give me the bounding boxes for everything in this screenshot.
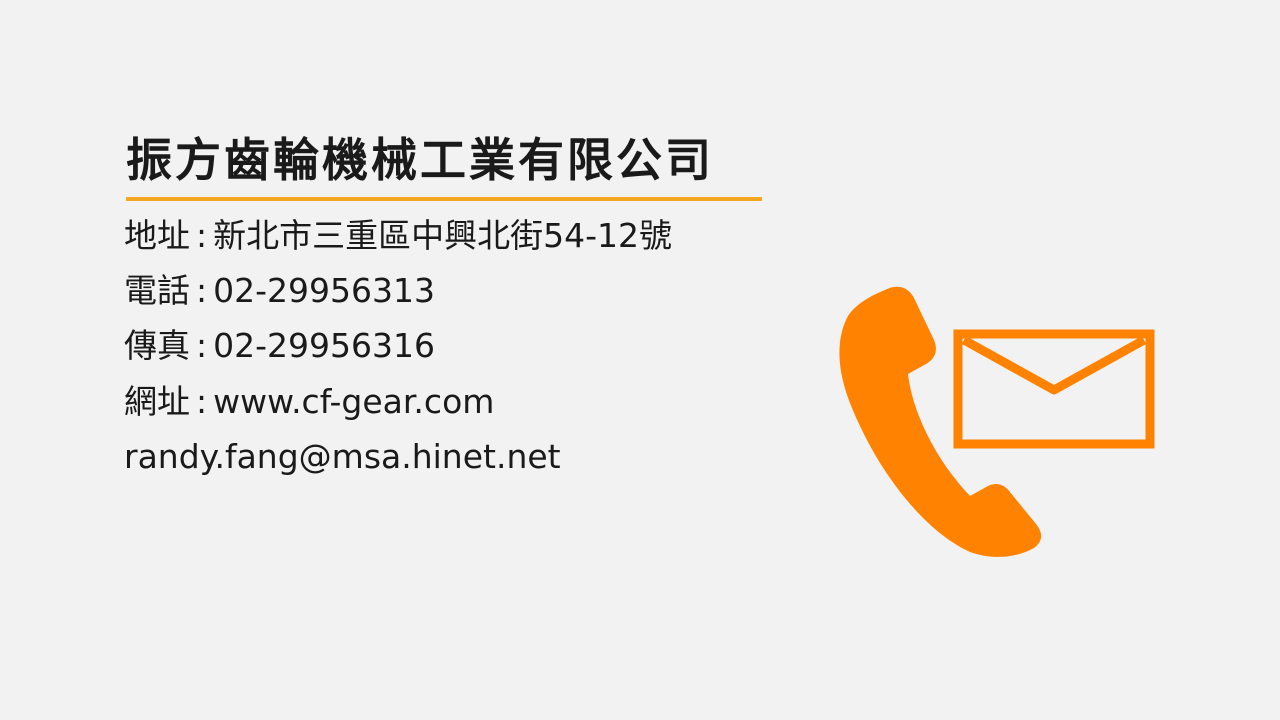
envelope-icon xyxy=(953,329,1155,449)
company-name: 振方齒輪機械工業有限公司 xyxy=(126,133,714,187)
phone-separator: : xyxy=(196,271,208,310)
website-value[interactable]: www.cf-gear.com xyxy=(213,382,494,421)
phone-handset-icon xyxy=(839,286,1042,557)
phone-label: 電話 xyxy=(124,271,190,310)
envelope-flap xyxy=(961,336,1147,395)
address-value: 新北市三重區中興北街54-12號 xyxy=(213,216,673,255)
phone-value: 02-29956313 xyxy=(213,271,435,310)
email-value[interactable]: randy.fang@msa.hinet.net xyxy=(124,437,561,476)
website-separator: : xyxy=(196,382,208,421)
fax-separator: : xyxy=(196,326,208,365)
address-label: 地址 xyxy=(124,216,190,255)
address-line: 地址: 新北市三重區中興北街54-12號 xyxy=(124,214,672,258)
website-line: 網址: www.cf-gear.com xyxy=(124,380,494,424)
contact-icons xyxy=(830,280,1170,570)
email-line: randy.fang@msa.hinet.net xyxy=(124,435,561,479)
phone-line: 電話:02-29956313 xyxy=(124,269,435,313)
contact-icons-svg xyxy=(839,286,1155,557)
address-separator: : xyxy=(196,216,208,255)
website-label: 網址 xyxy=(124,382,190,421)
contact-slide: 振方齒輪機械工業有限公司 地址: 新北市三重區中興北街54-12號 電話:02-2… xyxy=(0,0,1280,720)
fax-value: 02-29956316 xyxy=(213,326,435,365)
fax-line: 傳真:02-29956316 xyxy=(124,324,435,368)
fax-label: 傳真 xyxy=(124,326,190,365)
title-underline xyxy=(126,197,762,201)
